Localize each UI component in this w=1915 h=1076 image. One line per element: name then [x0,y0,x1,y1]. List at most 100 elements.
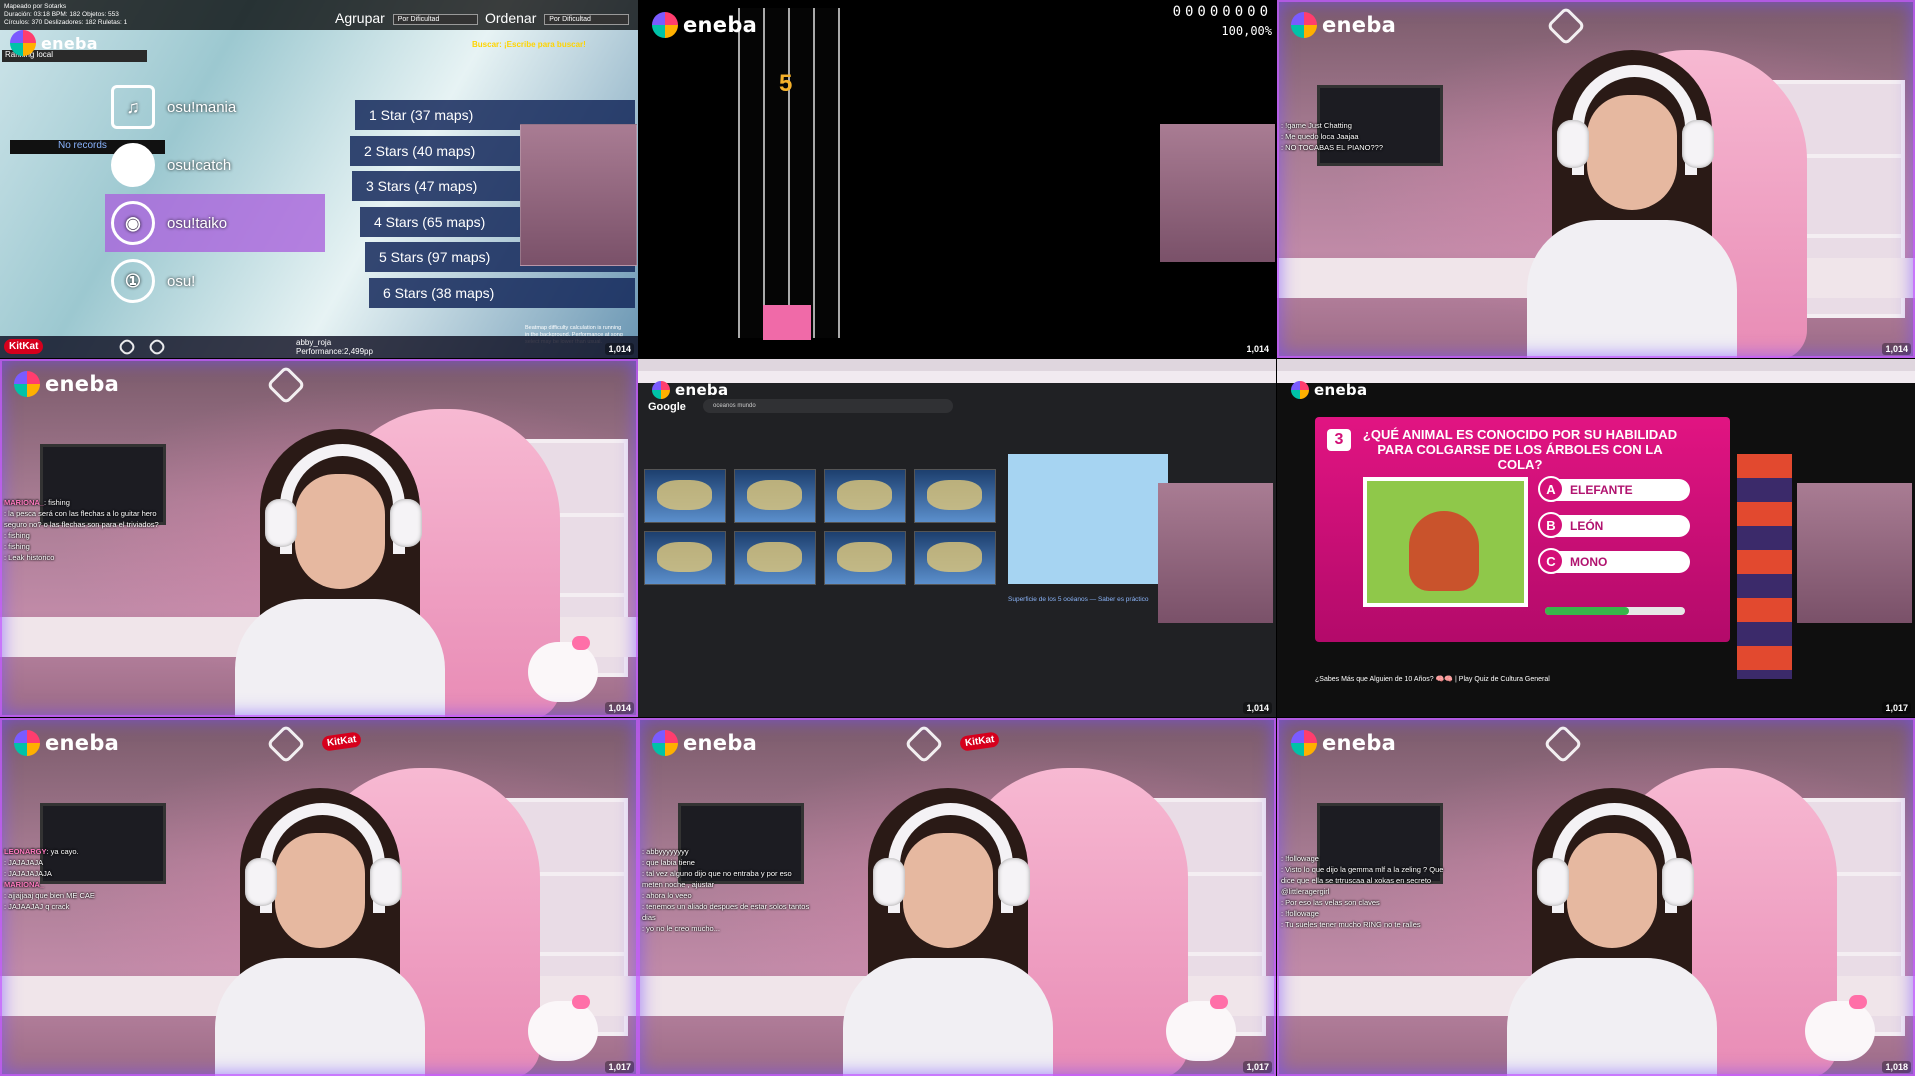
group-select[interactable]: Por Dificultad [392,13,478,25]
viewer-count: 1,017 [1243,1061,1272,1073]
viewer-count: 1,014 [1243,343,1272,355]
chat-message: : tenemos un aliado despues de estar sol… [642,902,810,922]
tile-webcam: eneba : !game Just Chatting : Me quedo l… [1277,0,1915,358]
tab-bar[interactable] [638,359,1276,371]
image-result[interactable] [644,531,726,585]
chat-message: : Por eso las velas son claves [1281,898,1380,907]
tile-osu-mania-gameplay: 5 00000000 100,00% eneba 1,014 [638,0,1276,358]
osu-circle-icon: ① [111,259,155,303]
chat-message: : ajjajjaaj que bien ME CAE [4,891,95,900]
search-input[interactable]: oceanos mundo [703,399,953,413]
image-result[interactable] [644,469,726,523]
timer-bar [1545,607,1685,615]
eneba-logo: eneba [652,730,757,756]
chat-message: : tal vez alguno dijo que no entraba y p… [642,869,792,889]
viewer-count: 1,014 [605,702,634,714]
drum-icon: ◉ [111,201,155,245]
eneba-mark-icon [1291,12,1317,38]
tab-bar[interactable] [1277,359,1915,371]
tile-osu-song-select[interactable]: Mapeado por Sotarks Duración: 03:18 BPM:… [0,0,638,358]
image-result[interactable] [914,469,996,523]
eneba-logo: eneba [1291,730,1396,756]
mode-label: osu!mania [167,98,237,116]
preview-panel-image[interactable] [1008,454,1168,584]
streamer [235,429,445,717]
chat-message: LEONARGY: ya cayo. [4,847,79,856]
eneba-logo: eneba [14,730,119,756]
image-result[interactable] [824,469,906,523]
chat-message: : JAJAAJAJ q crack [4,902,70,911]
google-logo[interactable]: Google [648,401,686,413]
settings-icon[interactable] [117,337,137,357]
answer-option-b: B LEÓN [1538,512,1690,538]
chat-message: : la pesca será con las flechas a lo gui… [4,509,159,529]
preview-panel-title[interactable]: Superficie de los 5 océanos — Saber es p… [1008,596,1149,603]
image-result[interactable] [734,531,816,585]
player-card[interactable]: abby_roja Performance:2,499pp [296,338,373,356]
kitkat-logo: KitKat [4,339,44,354]
viewer-count: 1,017 [605,1061,634,1073]
eneba-mark-icon [1291,381,1309,399]
eneba-mark-icon [14,371,40,397]
quiz-video[interactable]: 3 ¿QUÉ ANIMAL ES CONOCIDO POR SU HABILID… [1315,417,1730,642]
combo-counter: 5 [779,70,793,97]
mode-item-osumania[interactable]: ♫ osu!mania [105,78,325,136]
eneba-logo: eneba [1291,381,1367,399]
accuracy-display: 100,00% [1221,24,1272,38]
mode-label: osu!catch [167,156,232,174]
image-result[interactable] [734,469,816,523]
address-bar[interactable] [1277,371,1915,383]
chat-message: : Visto lo que dijo la gemma mlf a la ze… [1281,865,1444,896]
order-select[interactable]: Por Dificultad [544,13,630,25]
mode-item-osutaiko[interactable]: ◉ osu!taiko [105,194,325,252]
eneba-logo: eneba [10,30,98,56]
mania-lane [813,8,840,338]
search-prompt[interactable]: Buscar: ¡Escribe para buscar! [472,40,586,49]
youtube-window: 3 ¿QUÉ ANIMAL ES CONOCIDO POR SU HABILID… [1277,359,1915,717]
eneba-wordmark: eneba [45,372,120,396]
difficulty-group-row[interactable]: 6 Stars (38 maps) [369,277,635,308]
tile-webcam: eneba MARIONA_: fishing : la pesca será … [0,359,638,717]
chat-message: MARIONA_: fishing [4,498,70,507]
eneba-mark-icon [10,30,36,56]
chat-overlay: : abbyyyyyyyy : que labia tiene : tal ve… [642,846,812,934]
eneba-mark-icon [652,730,678,756]
eneba-mark-icon [652,381,670,399]
eneba-logo: eneba [1291,12,1396,38]
tile-webcam: eneba KitKat : abbyyyyyyyy : que labia t… [638,718,1276,1076]
image-result[interactable] [914,531,996,585]
image-result[interactable] [824,531,906,585]
chat-message: : !game Just Chatting [1281,121,1352,130]
tile-google-images[interactable]: Google oceanos mundo Superficie de los 5… [638,359,1276,717]
options-icon[interactable] [147,337,167,357]
chat-message: : !followage [1281,909,1319,918]
eneba-wordmark: eneba [683,731,758,755]
chat-message: : !followage [1281,854,1319,863]
eneba-mark-icon [14,730,40,756]
mania-lane [738,8,765,338]
streamer [1507,788,1717,1076]
mania-lane [763,8,790,338]
streamer [843,788,1053,1076]
streamer [215,788,425,1076]
mode-item-osucatch[interactable]: osu!catch [105,136,325,194]
eneba-wordmark: eneba [1322,13,1397,37]
room-background [1277,0,1915,358]
hello-kitty-plush [1166,995,1236,1061]
video-title[interactable]: ¿Sabes Más que Alguien de 10 Años? 🧠🧠 | … [1315,675,1550,683]
image-results [644,469,999,585]
address-bar[interactable] [638,371,1276,383]
chat-message: : que labia tiene [642,858,695,867]
mania-playfield: 5 00000000 100,00% [638,0,1276,358]
eneba-wordmark: eneba [41,33,98,53]
tile-webcam: eneba : !followage : Visto lo que dijo l… [1277,718,1915,1076]
eneba-logo: eneba [14,371,119,397]
mode-list: ♫ osu!mania osu!catch ◉ osu!taiko ① osu! [105,78,325,310]
webcam-overlay [520,124,637,266]
tile-youtube-quiz[interactable]: 3 ¿QUÉ ANIMAL ES CONOCIDO POR SU HABILID… [1277,359,1915,717]
mode-item-osu[interactable]: ① osu! [105,252,325,310]
recommended-videos[interactable] [1737,454,1792,679]
beatmap-info-line: Duración: 03:18 BPM: 182 Objetos: 553 [4,11,119,18]
beatmap-info: Mapeado por Sotarks Duración: 03:18 BPM:… [4,3,127,27]
tile-webcam: eneba KitKat LEONARGY: ya cayo. : JAJAJA… [0,718,638,1076]
